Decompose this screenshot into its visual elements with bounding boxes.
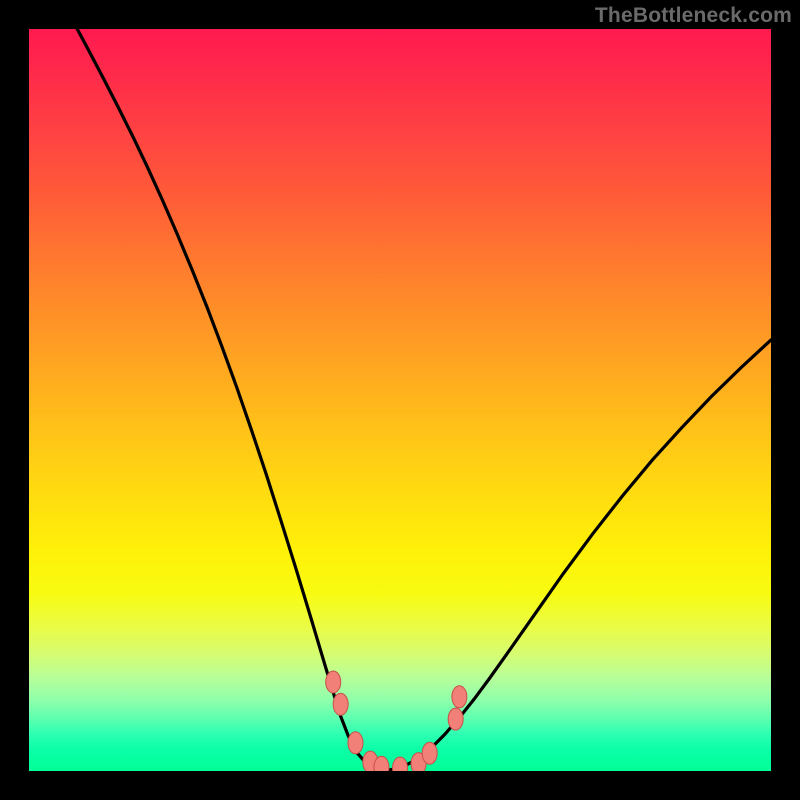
curve-marker bbox=[333, 693, 348, 715]
curve-marker bbox=[393, 757, 408, 771]
chart-svg bbox=[29, 29, 771, 771]
curve-marker bbox=[452, 686, 467, 708]
chart-frame: TheBottleneck.com bbox=[0, 0, 800, 800]
curve-marker bbox=[422, 742, 437, 764]
curve-markers bbox=[326, 671, 467, 771]
curve-marker bbox=[348, 732, 363, 754]
curve-marker bbox=[326, 671, 341, 693]
watermark-text: TheBottleneck.com bbox=[595, 4, 792, 28]
curve-marker bbox=[448, 708, 463, 730]
bottleneck-curve bbox=[77, 29, 771, 771]
plot-area bbox=[29, 29, 771, 771]
